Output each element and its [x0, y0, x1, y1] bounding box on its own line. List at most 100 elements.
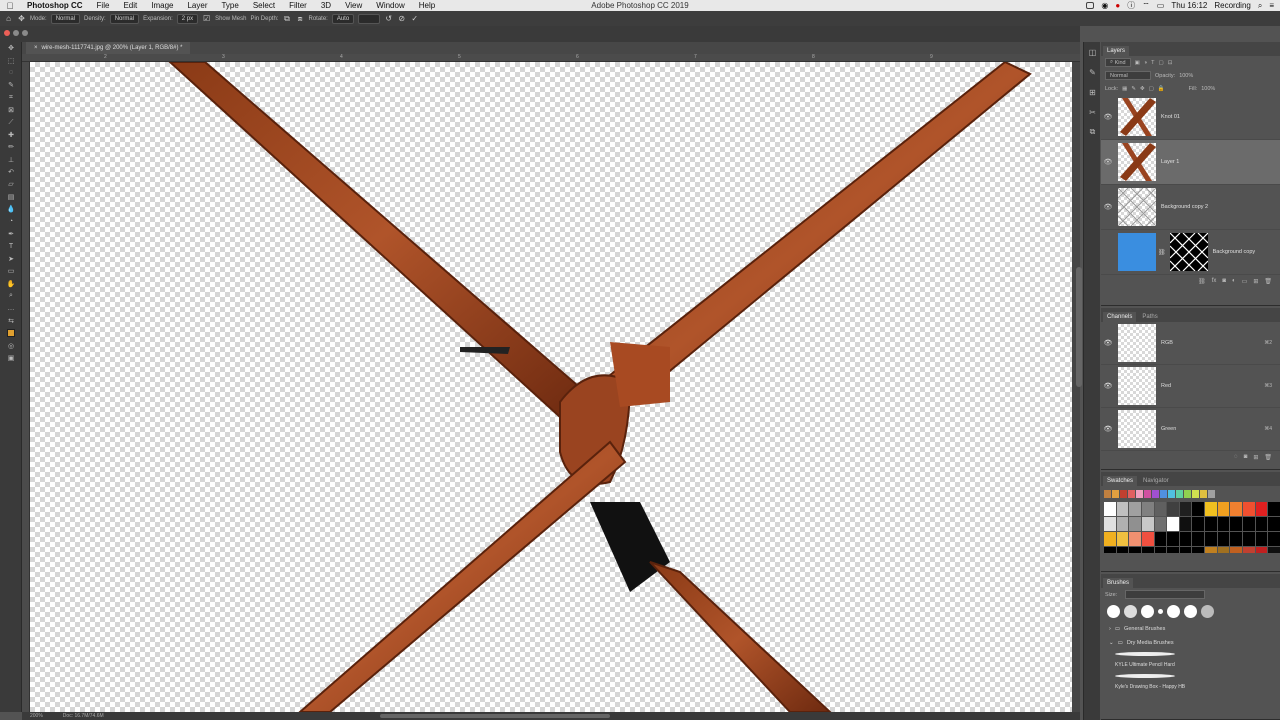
close-tab-icon[interactable]: ×	[34, 45, 38, 51]
delete-channel-icon[interactable]: 🗑	[1264, 454, 1272, 461]
color-swatch[interactable]	[1179, 502, 1192, 516]
color-swatch[interactable]	[1268, 502, 1280, 516]
tab-channels[interactable]: Channels	[1103, 312, 1137, 322]
tab-navigator[interactable]: Navigator	[1139, 476, 1173, 486]
color-swatch[interactable]	[1144, 490, 1151, 498]
eyedropper-tool-icon[interactable]: ⟋	[0, 116, 22, 128]
color-swatch[interactable]	[1129, 517, 1141, 531]
color-swatch[interactable]	[1208, 490, 1215, 498]
brush-tool-icon[interactable]: ✏	[0, 141, 22, 153]
color-swatch[interactable]	[1217, 517, 1230, 531]
layer-row[interactable]: ⛓ Background copy	[1101, 230, 1280, 275]
brush-folder[interactable]: › ▭ General Brushes	[1101, 622, 1280, 636]
filter-shape-icon[interactable]: ▢	[1159, 60, 1164, 66]
brush-preset[interactable]	[1158, 609, 1163, 614]
swap-colors-icon[interactable]: ⇆	[0, 315, 22, 327]
lock-position-icon[interactable]: ✥	[1140, 86, 1145, 92]
color-swatch[interactable]	[1154, 532, 1167, 546]
close-window-icon[interactable]	[4, 30, 10, 36]
color-swatch[interactable]	[1255, 517, 1268, 531]
rectangle-tool-icon[interactable]: ▭	[0, 265, 22, 277]
blur-tool-icon[interactable]: 💧	[0, 203, 22, 215]
doc-size[interactable]: Doc: 16.7M/74.6M	[63, 713, 104, 719]
color-swatch[interactable]	[1176, 490, 1183, 498]
channel-row[interactable]: 👁 Red ⌘3	[1101, 365, 1280, 408]
tab-layers[interactable]: Layers	[1103, 46, 1130, 56]
color-swatch[interactable]	[1129, 532, 1141, 546]
filter-kind-select[interactable]: ⌕ Kind	[1105, 58, 1131, 67]
color-swatch[interactable]	[1136, 490, 1143, 498]
tab-swatches[interactable]: Swatches	[1103, 476, 1138, 486]
brush-preset[interactable]	[1124, 605, 1137, 618]
more-tools-icon[interactable]: …	[0, 302, 22, 314]
color-swatch[interactable]	[1205, 502, 1217, 516]
reset-icon[interactable]: ↺	[384, 14, 393, 23]
menu-clock[interactable]: Thu 16:12	[1171, 1, 1207, 10]
color-swatch[interactable]	[1167, 517, 1179, 531]
density-select[interactable]: Normal	[109, 13, 140, 24]
color-swatch[interactable]	[1217, 532, 1230, 546]
color-swatch[interactable]	[1141, 547, 1154, 553]
commit-check-icon[interactable]: ✓	[410, 14, 419, 23]
brush-preset[interactable]	[1184, 605, 1197, 618]
new-channel-icon[interactable]: ⊞	[1253, 454, 1258, 461]
color-swatch[interactable]	[1192, 547, 1205, 553]
color-swatch[interactable]	[1152, 490, 1159, 498]
menu-photoshop[interactable]: Photoshop CC	[20, 1, 90, 10]
color-swatch[interactable]	[1255, 532, 1268, 546]
blend-mode-select[interactable]: Normal	[1105, 71, 1151, 80]
color-swatch[interactable]	[1255, 547, 1268, 553]
color-swatch[interactable]	[1243, 547, 1255, 553]
color-swatch[interactable]	[1116, 547, 1129, 553]
lasso-tool-icon[interactable]: ◌	[0, 67, 22, 79]
color-swatch[interactable]	[1116, 532, 1129, 546]
color-swatch[interactable]	[1116, 517, 1129, 531]
menu-type[interactable]: Type	[214, 1, 245, 10]
color-swatch[interactable]	[1192, 532, 1205, 546]
layer-row-selected[interactable]: 👁 Layer 1	[1101, 140, 1280, 185]
menu-window[interactable]: Window	[369, 1, 411, 10]
color-swatch[interactable]	[1200, 490, 1207, 498]
color-swatch[interactable]	[1230, 517, 1243, 531]
new-group-icon[interactable]: ▭	[1242, 278, 1248, 285]
color-swatch[interactable]	[1154, 517, 1167, 531]
color-swatch[interactable]	[1192, 517, 1205, 531]
color-swatch[interactable]	[1205, 517, 1217, 531]
color-swatch[interactable]	[1243, 502, 1255, 516]
color-swatch[interactable]	[1129, 502, 1141, 516]
color-swatch[interactable]	[1104, 532, 1116, 546]
color-swatch[interactable]	[1116, 502, 1129, 516]
menu-3d[interactable]: 3D	[314, 1, 338, 10]
brush-settings-icon[interactable]: ✎	[1084, 62, 1101, 82]
fill-input[interactable]: 100%	[1201, 86, 1215, 92]
color-swatch[interactable]	[1255, 502, 1268, 516]
menu-help[interactable]: Help	[412, 1, 442, 10]
apple-menu-icon[interactable]: 	[0, 1, 20, 11]
color-swatch[interactable]	[1192, 490, 1199, 498]
color-swatch[interactable]	[1268, 532, 1280, 546]
tab-paths[interactable]: Paths	[1138, 312, 1161, 322]
tab-brushes[interactable]: Brushes	[1103, 578, 1134, 588]
save-selection-icon[interactable]: ◙	[1244, 454, 1248, 460]
color-swatch[interactable]	[1104, 517, 1116, 531]
show-mesh-checkbox[interactable]: ☑	[202, 14, 211, 23]
history-brush-tool-icon[interactable]: ↶	[0, 166, 22, 178]
filter-adjust-icon[interactable]: ◑	[1144, 60, 1147, 66]
rotate-select[interactable]: Auto	[331, 13, 355, 24]
recording-label[interactable]: Recording	[1214, 1, 1250, 10]
color-swatch[interactable]	[1205, 532, 1217, 546]
vertical-scroll-thumb[interactable]	[1076, 267, 1082, 387]
color-swatch[interactable]	[1217, 547, 1230, 553]
properties-icon[interactable]: ⧉	[1084, 122, 1101, 142]
color-swatch[interactable]	[1184, 490, 1191, 498]
color-swatch[interactable]	[1120, 490, 1127, 498]
home-icon[interactable]: ⌂	[4, 14, 13, 23]
chevron-down-icon[interactable]: ⌄	[1109, 640, 1114, 646]
color-swatch[interactable]	[1104, 490, 1111, 498]
search-icon[interactable]: ⌕	[1258, 1, 1262, 11]
rotate-angle-input[interactable]	[358, 13, 381, 24]
eraser-tool-icon[interactable]: ▱	[0, 178, 22, 190]
color-swatch[interactable]	[1179, 547, 1192, 553]
record-icon[interactable]: ●	[1115, 1, 1120, 10]
color-swatch[interactable]	[1167, 547, 1179, 553]
